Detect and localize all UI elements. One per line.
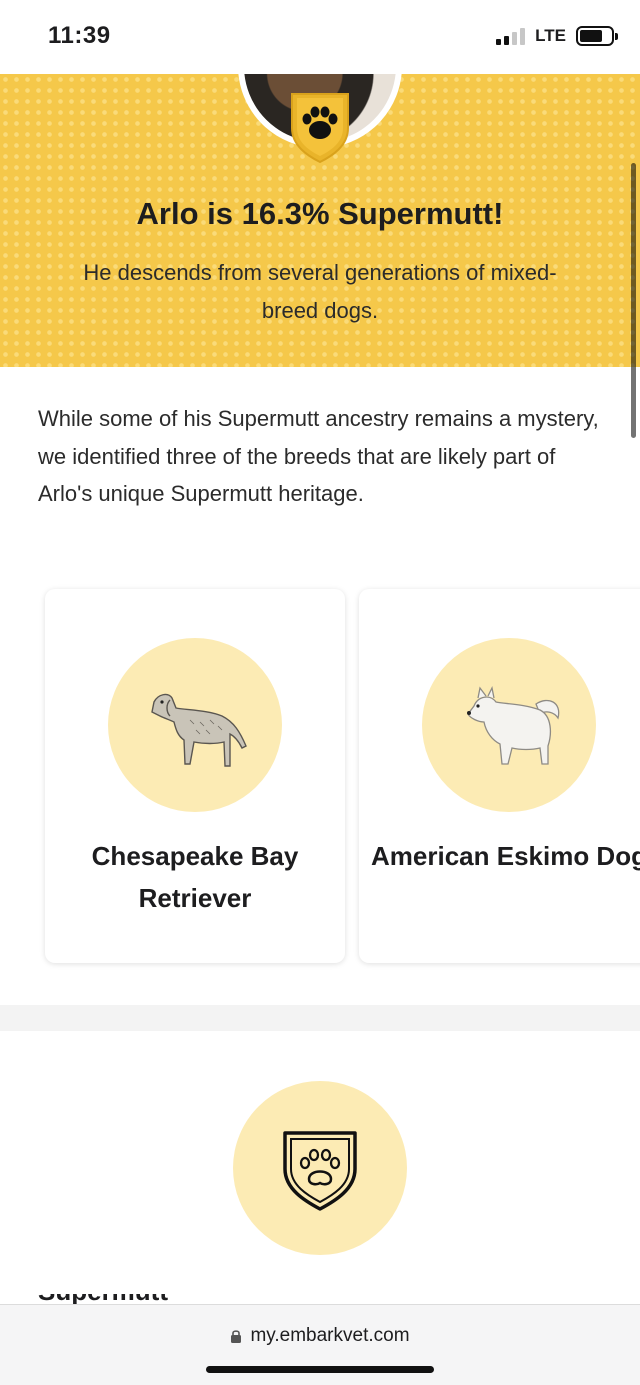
hero-banner: Arlo is 16.3% Supermutt! He descends fro…: [0, 74, 640, 367]
breed-card-chesapeake-bay-retriever[interactable]: Chesapeake Bay Retriever: [45, 589, 345, 963]
signal-icon: [496, 27, 526, 45]
breed-name: Chesapeake Bay Retriever: [91, 841, 299, 913]
section-heading: Supermutt: [38, 1294, 418, 1304]
section-icon-circle: [233, 1081, 407, 1255]
lock-icon: [231, 1329, 242, 1343]
paw-shield-icon: [291, 93, 349, 164]
status-bar: 11:39 LTE: [0, 0, 640, 74]
hero-subtitle: He descends from several generations of …: [83, 260, 557, 323]
breed-name: American Eskimo Dog: [371, 841, 640, 871]
url-text: my.embarkvet.com: [250, 1325, 410, 1346]
breed-card-american-eskimo-dog[interactable]: American Eskimo Dog: [359, 589, 640, 963]
eskimo-dog-illustration-icon: [467, 686, 560, 765]
retriever-illustration-icon: [151, 693, 247, 767]
page-scrollbar[interactable]: [631, 163, 636, 438]
breed-image-circle: [108, 638, 282, 812]
browser-address-bar[interactable]: my.embarkvet.com: [0, 1304, 640, 1385]
home-indicator[interactable]: [206, 1366, 434, 1373]
status-indicators: LTE: [496, 26, 618, 46]
paw-shield-outline-icon: [283, 1131, 357, 1211]
battery-icon: [576, 26, 618, 46]
hero-title: Arlo is 16.3% Supermutt!: [136, 196, 504, 231]
status-time: 11:39: [48, 22, 111, 49]
section-heading-peek: Supermutt: [38, 1294, 418, 1304]
breed-image-circle: [422, 638, 596, 812]
network-label: LTE: [535, 26, 566, 45]
url-field[interactable]: my.embarkvet.com: [0, 1325, 640, 1347]
intro-paragraph: While some of his Supermutt ancestry rem…: [38, 406, 599, 506]
section-divider: [0, 1005, 640, 1031]
